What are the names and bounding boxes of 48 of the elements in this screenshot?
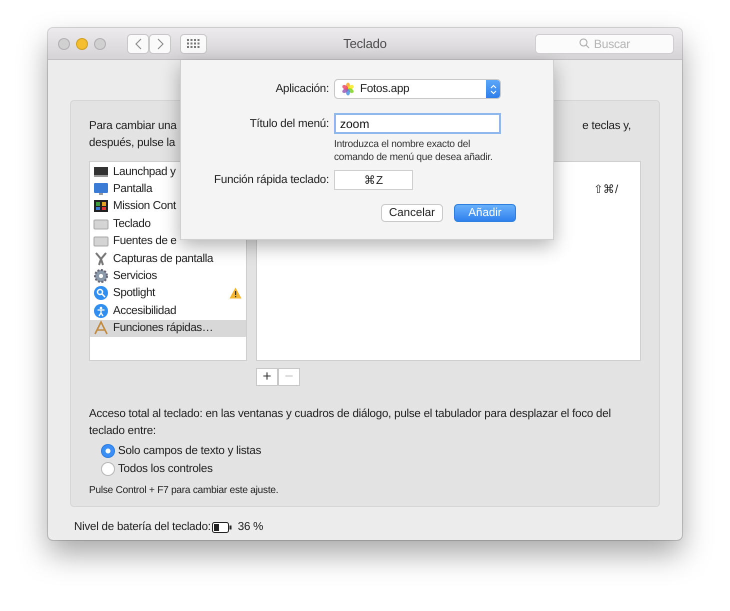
display-icon xyxy=(93,181,109,198)
category-item[interactable]: Capturas de pantalla xyxy=(90,250,246,268)
hint-text: Pulse Control + F7 para cambiar este ajuste. xyxy=(89,485,280,496)
add-button[interactable]: + xyxy=(256,368,278,386)
category-item[interactable]: Funciones rápidas… xyxy=(90,320,246,337)
search-icon xyxy=(93,285,109,302)
battery-icon xyxy=(212,522,232,532)
shortcut-keys: ⇧⌘/ xyxy=(593,182,618,196)
field-label: Aplicación: xyxy=(274,83,329,95)
field-hint: Introduzca el nombre exacto del comando de menú que desea añadir. xyxy=(334,138,494,164)
field-label: Título del menú: xyxy=(248,118,329,130)
radio-label: Solo campos de texto y listas xyxy=(118,445,262,457)
zoom-button[interactable] xyxy=(94,38,106,50)
category-item[interactable]: Accesibilidad xyxy=(90,302,246,320)
category-item[interactable]: Fuentes de e xyxy=(90,232,246,250)
forward-button[interactable] xyxy=(149,34,171,54)
app-store-icon xyxy=(93,320,109,336)
radio-dot-icon xyxy=(105,448,111,454)
shortcut-field[interactable]: ⌘Z xyxy=(334,170,413,190)
chevron-right-icon xyxy=(156,38,164,50)
window-title: Teclado xyxy=(343,36,387,51)
minimize-button[interactable] xyxy=(76,38,88,50)
battery-label: Nivel de batería del teclado: xyxy=(74,521,211,533)
back-button[interactable] xyxy=(127,34,149,54)
cancel-button[interactable]: Cancelar xyxy=(381,204,443,222)
category-item[interactable]: Servicios xyxy=(90,267,246,285)
chevron-left-icon xyxy=(134,38,142,50)
menu-title-field[interactable]: zoom xyxy=(334,113,501,134)
gear-icon xyxy=(93,268,109,284)
application-popup[interactable]: Fotos.app xyxy=(334,79,501,99)
instruction-text: después, pulse la xyxy=(89,136,176,151)
instruction-text: e teclas y, xyxy=(582,119,631,134)
search-icon xyxy=(578,38,590,49)
up-down-arrows-icon xyxy=(490,84,496,94)
radio-button[interactable] xyxy=(101,444,115,458)
battery-reading: 36 % xyxy=(238,521,264,533)
instruction-text: Para cambiar una xyxy=(89,119,177,134)
radio-button[interactable] xyxy=(101,462,115,476)
category-item[interactable]: Spotlight xyxy=(90,284,246,302)
show-all-button[interactable] xyxy=(180,34,207,54)
radio-label: Todos los controles xyxy=(118,463,213,475)
field-label: Función rápida teclado: xyxy=(213,174,329,186)
windows-icon xyxy=(93,198,109,214)
accessibility-icon xyxy=(93,302,109,319)
close-button[interactable] xyxy=(58,38,70,50)
keyboard-access-text: Acceso total al teclado: en las ventanas y cuadros de diálogo, pulse el tabulador para desplazar el foco del teclado entre: xyxy=(89,407,612,439)
photos-icon xyxy=(341,82,355,96)
grid-icon xyxy=(187,39,200,48)
